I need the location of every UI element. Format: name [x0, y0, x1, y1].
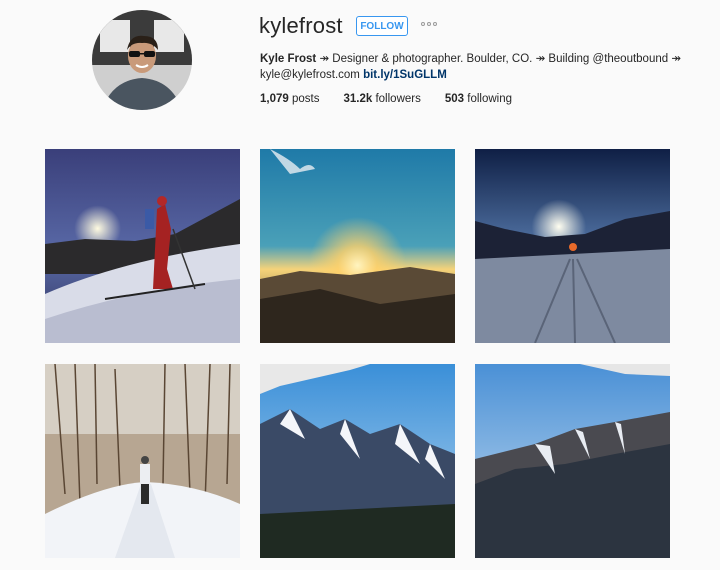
more-options-icon[interactable]	[421, 22, 437, 26]
photo-tile[interactable]	[45, 364, 240, 558]
posts-stat: 1,079 posts	[260, 93, 319, 105]
followers-stat[interactable]: 31.2k followers	[343, 93, 420, 105]
posts-count: 1,079	[260, 93, 289, 105]
photo-tile[interactable]	[260, 149, 455, 343]
photo-tile[interactable]	[475, 364, 670, 558]
bio-email: kyle@kylefrost.com	[260, 69, 360, 81]
follow-button[interactable]: FOLLOW	[356, 16, 408, 36]
bio: Kyle Frost ↠ Designer & photographer. Bo…	[260, 51, 700, 83]
following-count: 503	[444, 93, 465, 105]
photo-tile[interactable]	[45, 149, 240, 343]
following-stat[interactable]: 503 following	[445, 93, 512, 105]
username: kylefrost	[259, 13, 343, 38]
profile-stats: 1,079 posts 31.2k followers 503 followin…	[260, 93, 536, 105]
posts-label: posts	[291, 93, 320, 105]
full-name: Kyle Frost	[260, 53, 317, 65]
followers-count: 31.2k	[343, 93, 373, 105]
bio-link[interactable]: bit.ly/1SuGLLM	[363, 69, 447, 81]
followers-label: followers	[375, 93, 421, 105]
photo-tile[interactable]	[260, 364, 455, 558]
bio-text: ↠ Designer & photographer. Boulder, CO. …	[319, 53, 681, 65]
avatar[interactable]	[92, 10, 192, 110]
following-label: following	[467, 93, 512, 105]
profile-header: kylefrost FOLLOW Kyle Frost ↠ Designer &…	[0, 0, 720, 130]
photo-tile[interactable]	[475, 149, 670, 343]
